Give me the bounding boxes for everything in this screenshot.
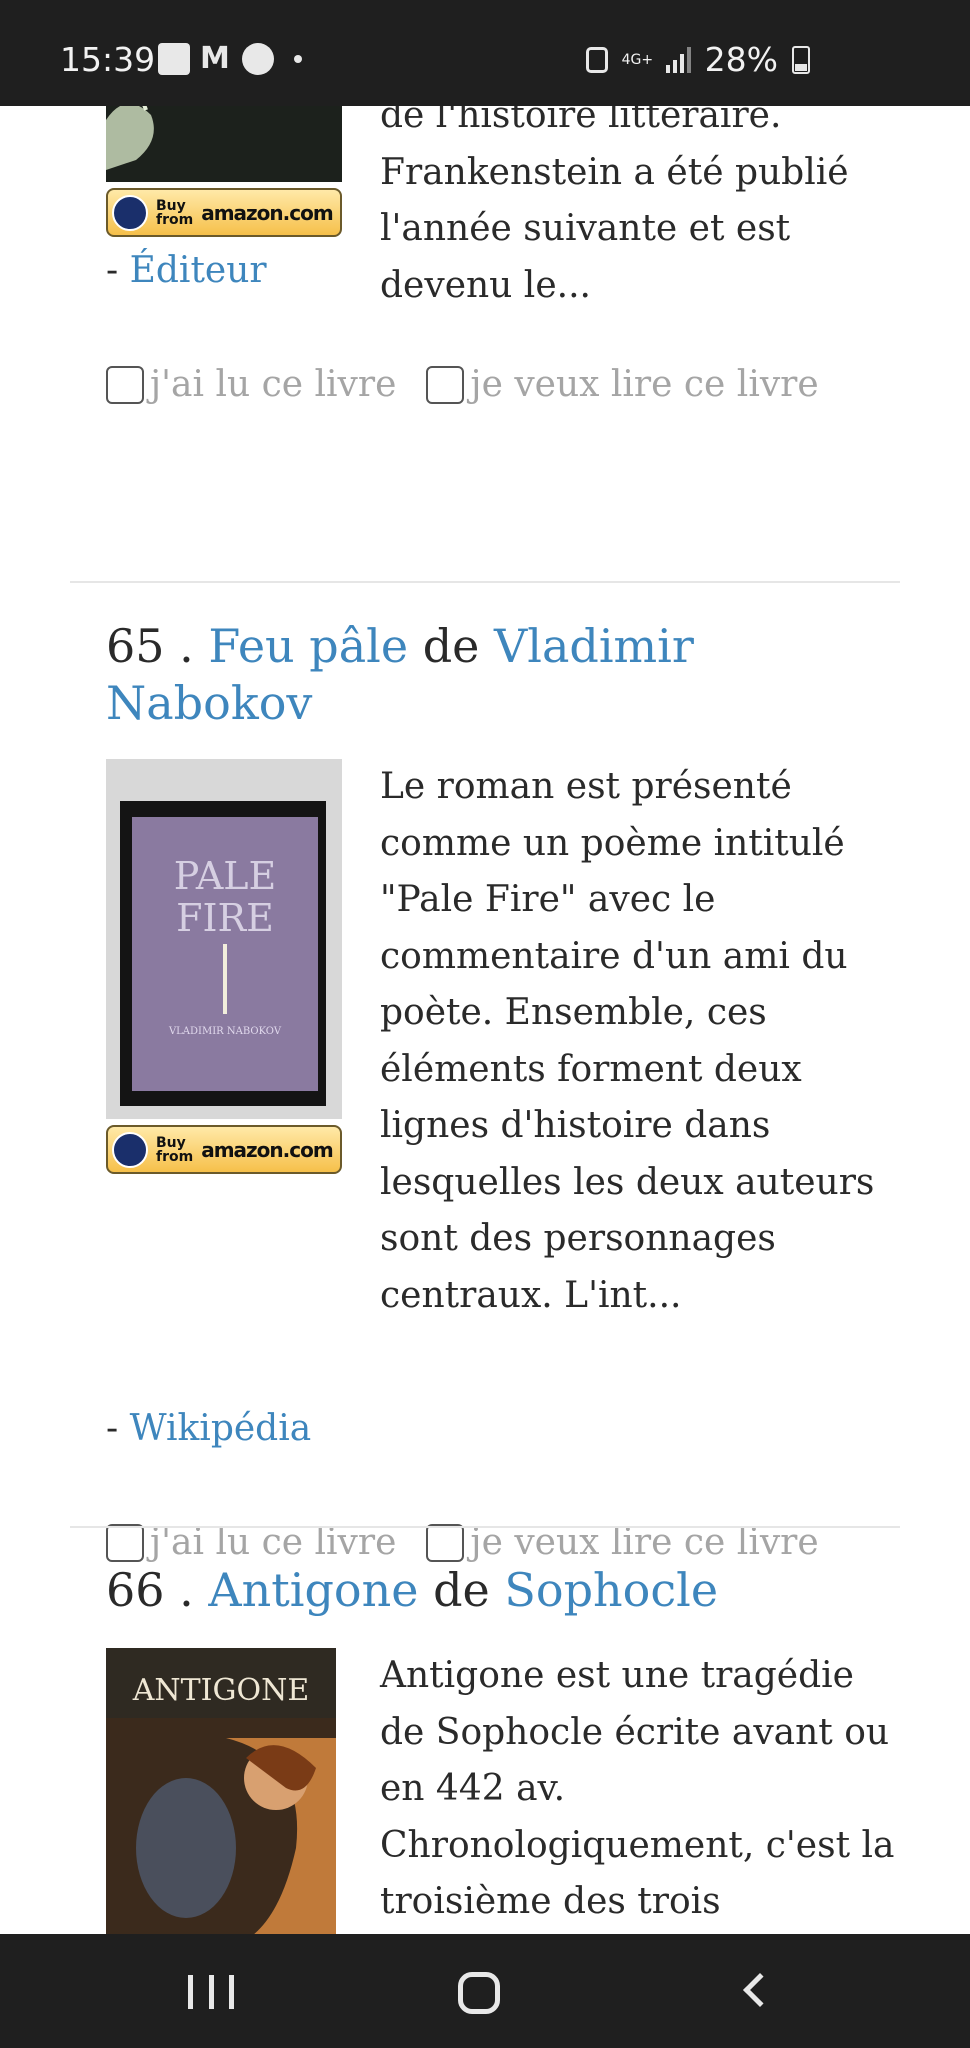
want-to-read-checkbox[interactable] [426, 365, 465, 404]
system-navigation-bar [0, 1934, 970, 2048]
book-description: Antigone est une tragédie de Sophocle éc… [380, 1655, 895, 1922]
read-label[interactable]: j'ai lu ce livre [150, 364, 396, 405]
book-title-line: 66 . Antigone de Sophocle [106, 1563, 719, 1617]
source-link[interactable]: Éditeur [130, 250, 267, 291]
recent-apps-button[interactable] [188, 1964, 234, 2020]
recent-apps-icon [188, 1975, 193, 2009]
read-label[interactable]: j'ai lu ce livre [150, 1522, 396, 1563]
book-description: Le roman est présenté comme un poème int… [380, 766, 875, 1316]
notification-icons: M [158, 43, 302, 75]
signal-icon [665, 46, 691, 73]
reading-checkboxes: j'ai lu ce livre je veux lire ce livre [106, 1522, 819, 1563]
book-source: - Éditeur [106, 250, 267, 291]
network-type-icon: 4G+ [621, 51, 654, 68]
book-entry: 65 . Feu pâle de Vladimir Nabokov PALE F… [106, 618, 896, 1563]
book-title-link[interactable]: Feu pâle [208, 619, 408, 673]
book-list: Buy from amazon.com de l'histoire littéra… [0, 106, 970, 1934]
status-right: 4G+ 28% [585, 40, 810, 79]
author-link[interactable]: Sophocle [504, 1563, 718, 1617]
more-notifications-icon [294, 55, 302, 63]
book-entry: 66 . Antigone de Sophocle ANTIGONE Antig… [106, 1562, 896, 1934]
book-source: - Wikipédia [106, 1408, 312, 1449]
want-to-read-checkbox[interactable] [426, 1523, 465, 1562]
want-to-read-label[interactable]: je veux lire ce livre [470, 1522, 818, 1563]
media-notification-icon [242, 43, 274, 75]
battery-saver-icon [585, 46, 608, 73]
reading-checkboxes: j'ai lu ce livre je veux lire ce livre [106, 364, 819, 405]
home-icon [458, 1972, 500, 2014]
book-title-line: 65 . Feu pâle de Vladimir Nabokov [106, 619, 694, 730]
battery-icon [792, 45, 810, 74]
divider [70, 581, 900, 583]
book-title-link[interactable]: Antigone [208, 1563, 418, 1617]
book-rank: 66 [106, 1563, 165, 1617]
book-rank: 65 [106, 619, 165, 673]
battery-percent: 28% [704, 40, 778, 79]
status-bar: 15:39 M 4G+ 28% [0, 0, 970, 106]
read-checkbox[interactable] [106, 365, 144, 404]
gmail-icon: M [200, 41, 230, 76]
read-checkbox[interactable] [106, 1523, 144, 1562]
divider [70, 1526, 900, 1528]
home-button[interactable] [458, 1964, 504, 2020]
app-notification-icon [158, 43, 190, 75]
back-button[interactable] [740, 1964, 777, 2020]
back-icon [743, 1973, 777, 2007]
source-link[interactable]: Wikipédia [130, 1408, 312, 1449]
want-to-read-label[interactable]: je veux lire ce livre [470, 364, 818, 405]
status-time: 15:39 [60, 40, 156, 79]
